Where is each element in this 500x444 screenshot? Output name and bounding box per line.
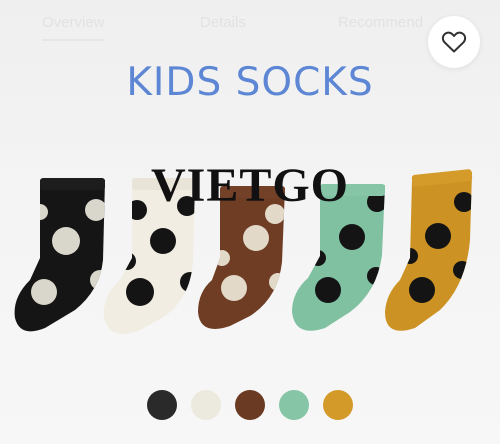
swatch-mint[interactable]: [279, 390, 309, 420]
swatch-black[interactable]: [147, 390, 177, 420]
socks-product-image: [14, 169, 473, 334]
color-swatches: [0, 390, 500, 422]
swatch-cream[interactable]: [191, 390, 221, 420]
swatch-brown[interactable]: [235, 390, 265, 420]
watermark-text: VIETGO: [150, 159, 350, 212]
swatch-mustard[interactable]: [323, 390, 353, 420]
